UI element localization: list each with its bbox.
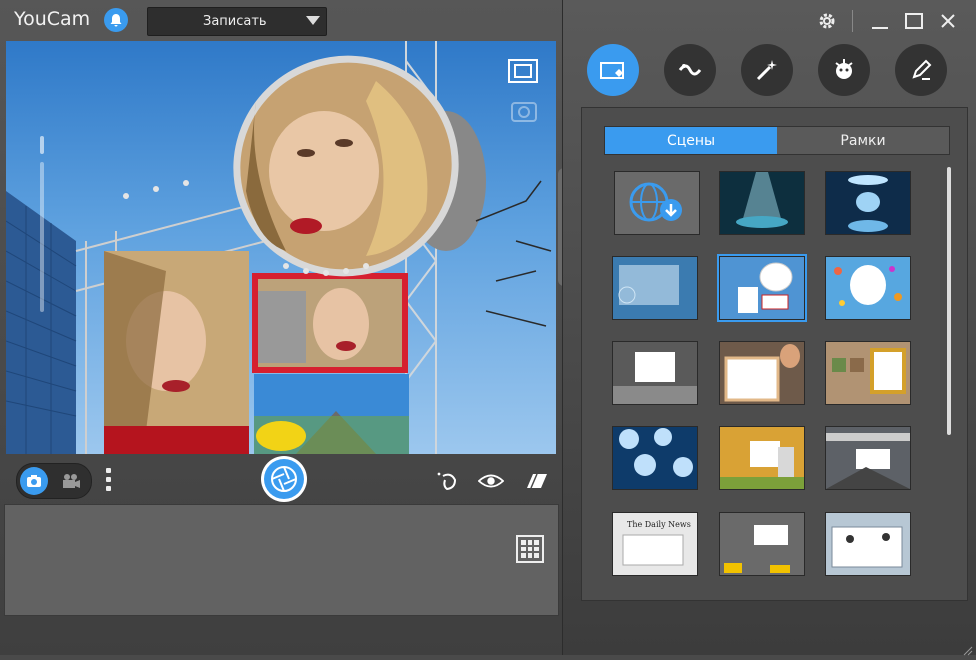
title-divider (852, 10, 853, 32)
fullscreen-icon[interactable] (508, 59, 538, 83)
eye-icon[interactable] (478, 470, 504, 492)
resize-grip-icon[interactable] (963, 641, 973, 656)
thumb-window-cleaners[interactable] (825, 512, 911, 576)
face-beautify-icon[interactable] (434, 470, 460, 492)
app-title: YouCam (14, 8, 91, 30)
effects-subtabs: Сцены Рамки (604, 126, 950, 155)
thumb-blue-room[interactable] (825, 171, 911, 235)
thumb-hold-frame[interactable] (719, 341, 805, 405)
thumb-gallery-bw[interactable] (612, 341, 698, 405)
effects-panel: Сцены Рамки The Daily News (562, 0, 976, 656)
tab-scenes[interactable]: Сцены (605, 127, 777, 154)
settings-gear-icon[interactable] (816, 10, 838, 32)
chevron-down-icon (306, 16, 320, 25)
maximize-icon[interactable] (903, 10, 925, 32)
media-tray (4, 504, 559, 616)
record-dropdown[interactable]: Записать (147, 7, 327, 36)
effects-scrollbar[interactable] (947, 167, 951, 435)
tab-frames[interactable]: Рамки (777, 127, 949, 154)
thumb-tech-screen[interactable] (612, 256, 698, 320)
zoom-slider[interactable] (36, 136, 48, 336)
grid-view-icon[interactable] (516, 535, 544, 563)
thumb-newspaper[interactable]: The Daily News (612, 512, 698, 576)
thumb-download-more[interactable] (614, 171, 700, 235)
magic-wand-icon[interactable] (741, 44, 793, 96)
bell-icon[interactable] (104, 8, 128, 32)
scene-icon[interactable] (587, 44, 639, 96)
thumb-balloons[interactable] (825, 256, 911, 320)
thumb-spotlight-stage[interactable] (719, 171, 805, 235)
shutter-button[interactable] (261, 456, 307, 502)
thumb-billboards[interactable] (717, 254, 807, 322)
thumb-art-gallery[interactable] (825, 341, 911, 405)
aperture-icon (264, 459, 304, 499)
thumb-autumn-park[interactable] (719, 426, 805, 490)
minimize-icon[interactable] (869, 10, 891, 32)
thumb-bubbles[interactable] (612, 426, 698, 490)
newspaper-masthead: The Daily News (627, 520, 691, 529)
pen-icon[interactable] (895, 44, 947, 96)
video-camera-icon[interactable] (59, 470, 83, 492)
effects-content: Сцены Рамки The Daily News (581, 107, 968, 601)
main-panel: YouCam Записать (0, 0, 562, 655)
more-options-icon[interactable] (106, 468, 112, 494)
gadget-icon[interactable] (818, 44, 870, 96)
eraser-icon[interactable] (524, 470, 550, 492)
globe-download-icon (629, 182, 682, 222)
preview-scene (6, 41, 552, 454)
thumb-times-square[interactable] (719, 512, 805, 576)
snapshot-overlay-icon[interactable] (510, 97, 538, 123)
close-icon[interactable] (937, 10, 959, 32)
thumb-train-station[interactable] (825, 426, 911, 490)
record-dropdown-label: Записать (203, 14, 267, 29)
capture-mode-toggle[interactable] (16, 463, 92, 499)
camera-preview (6, 41, 556, 454)
camera-icon[interactable] (20, 467, 48, 495)
avatar-icon[interactable] (664, 44, 716, 96)
